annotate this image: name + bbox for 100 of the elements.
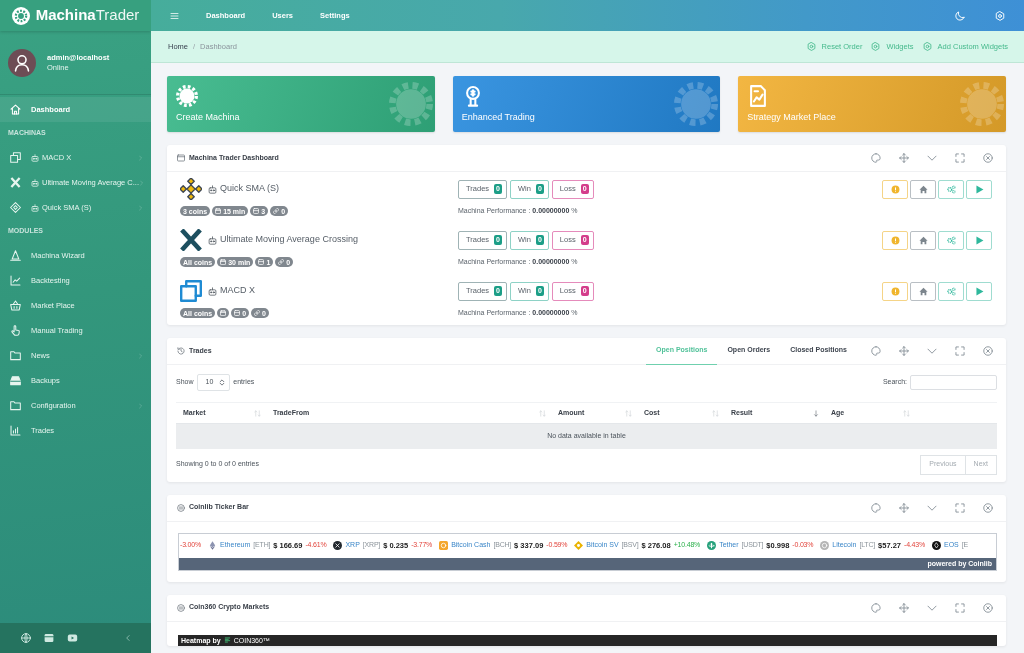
wizard-hat-icon bbox=[10, 250, 21, 261]
gear-icon bbox=[922, 42, 932, 51]
palette-icon[interactable] bbox=[871, 153, 881, 163]
settings-icon[interactable] bbox=[995, 10, 1005, 21]
palette-icon[interactable] bbox=[871, 346, 881, 356]
home-button[interactable] bbox=[910, 281, 936, 301]
x-logo-icon bbox=[180, 229, 202, 251]
move-icon[interactable] bbox=[899, 602, 909, 613]
start-button[interactable] bbox=[966, 281, 992, 301]
logo-icon bbox=[11, 6, 30, 25]
logo-icon bbox=[223, 637, 231, 643]
box-icon bbox=[253, 208, 260, 214]
close-icon[interactable] bbox=[983, 502, 993, 513]
start-button[interactable] bbox=[966, 230, 992, 250]
chevron-down-icon[interactable] bbox=[927, 153, 937, 163]
line-chart-icon bbox=[10, 275, 21, 286]
info-button[interactable] bbox=[882, 179, 908, 199]
squares-logo-icon bbox=[180, 280, 202, 302]
home-button[interactable] bbox=[910, 230, 936, 250]
chevron-right-icon bbox=[139, 179, 144, 186]
coin-icon bbox=[932, 541, 941, 550]
basket-icon bbox=[10, 300, 21, 311]
settings-button[interactable] bbox=[938, 179, 964, 199]
fullscreen-icon[interactable] bbox=[955, 346, 965, 356]
fullscreen-icon[interactable] bbox=[955, 602, 965, 613]
robot-icon bbox=[208, 184, 217, 194]
gear-icon bbox=[806, 42, 816, 51]
box-icon bbox=[234, 310, 241, 316]
coin-icon bbox=[820, 541, 830, 550]
robot-icon bbox=[208, 286, 217, 296]
play-icon bbox=[974, 235, 984, 245]
gear-icon bbox=[871, 42, 881, 51]
shortcut-tile[interactable]: Enhanced Trading bbox=[452, 76, 721, 132]
home-icon bbox=[918, 235, 928, 245]
home-icon bbox=[918, 286, 928, 296]
coin-icon bbox=[333, 541, 343, 550]
settings-button[interactable] bbox=[938, 230, 964, 250]
folder-icon bbox=[10, 400, 21, 411]
robot-icon bbox=[31, 178, 39, 187]
coin-icon bbox=[208, 541, 217, 550]
calendar-icon bbox=[215, 208, 222, 214]
window-icon bbox=[177, 154, 185, 162]
x-logo-icon bbox=[10, 177, 21, 188]
fullscreen-icon[interactable] bbox=[955, 153, 965, 163]
move-icon[interactable] bbox=[899, 153, 909, 163]
play-icon bbox=[974, 286, 984, 296]
history-icon bbox=[177, 347, 185, 355]
brand-name: MachinaTrader bbox=[35, 7, 140, 24]
robot-icon bbox=[208, 235, 217, 245]
close-icon[interactable] bbox=[983, 346, 993, 356]
select-arrows-icon bbox=[219, 379, 226, 386]
info-icon bbox=[890, 286, 900, 296]
move-icon[interactable] bbox=[899, 346, 909, 356]
machina-name: MACD X bbox=[220, 284, 255, 298]
machina-name: Ultimate Moving Average Crossing bbox=[220, 233, 358, 247]
move-icon[interactable] bbox=[899, 502, 909, 513]
link-icon bbox=[273, 208, 280, 214]
drive-icon bbox=[10, 375, 21, 386]
home-icon bbox=[10, 104, 21, 115]
chevron-right-icon bbox=[138, 402, 143, 409]
shortcut-tile[interactable]: Create Machina bbox=[167, 76, 435, 132]
close-icon[interactable] bbox=[983, 602, 993, 613]
cogs-icon bbox=[946, 184, 956, 194]
settings-button[interactable] bbox=[938, 281, 964, 301]
machina-name: Quick SMA (S) bbox=[220, 182, 279, 196]
robot-icon bbox=[31, 203, 39, 212]
search-field[interactable] bbox=[910, 375, 997, 390]
fullscreen-icon[interactable] bbox=[955, 502, 965, 513]
info-button[interactable] bbox=[882, 230, 908, 250]
diamond-logo-icon bbox=[10, 202, 21, 213]
info-icon bbox=[890, 235, 900, 245]
palette-icon[interactable] bbox=[871, 602, 881, 613]
squares-icon bbox=[10, 152, 21, 163]
chevron-left-icon[interactable] bbox=[125, 634, 131, 642]
cogs-icon bbox=[946, 235, 956, 245]
window-icon[interactable] bbox=[44, 633, 54, 643]
chevron-right-icon bbox=[138, 352, 143, 359]
coin-icon bbox=[177, 603, 185, 612]
gear-logo-icon bbox=[960, 82, 1004, 126]
coin-icon bbox=[177, 503, 185, 512]
hand-icon bbox=[10, 325, 21, 336]
link-icon bbox=[278, 259, 285, 265]
chevron-right-icon bbox=[138, 154, 143, 161]
cogs-icon bbox=[946, 286, 956, 296]
video-icon[interactable] bbox=[67, 633, 78, 643]
moon-icon[interactable] bbox=[955, 10, 965, 21]
globe-icon[interactable] bbox=[21, 633, 31, 643]
avatar-icon bbox=[8, 48, 36, 77]
palette-icon[interactable] bbox=[871, 502, 881, 513]
close-icon[interactable] bbox=[983, 153, 993, 163]
link-icon bbox=[254, 310, 261, 316]
bar-chart-icon bbox=[10, 425, 21, 436]
home-button[interactable] bbox=[910, 179, 936, 199]
diamond-logo-icon bbox=[180, 178, 202, 200]
coin-icon bbox=[574, 541, 584, 550]
menu-icon[interactable] bbox=[170, 11, 179, 20]
info-button[interactable] bbox=[882, 281, 908, 301]
info-icon bbox=[890, 184, 900, 194]
start-button[interactable] bbox=[966, 179, 992, 199]
chevron-down-icon[interactable] bbox=[927, 346, 937, 356]
